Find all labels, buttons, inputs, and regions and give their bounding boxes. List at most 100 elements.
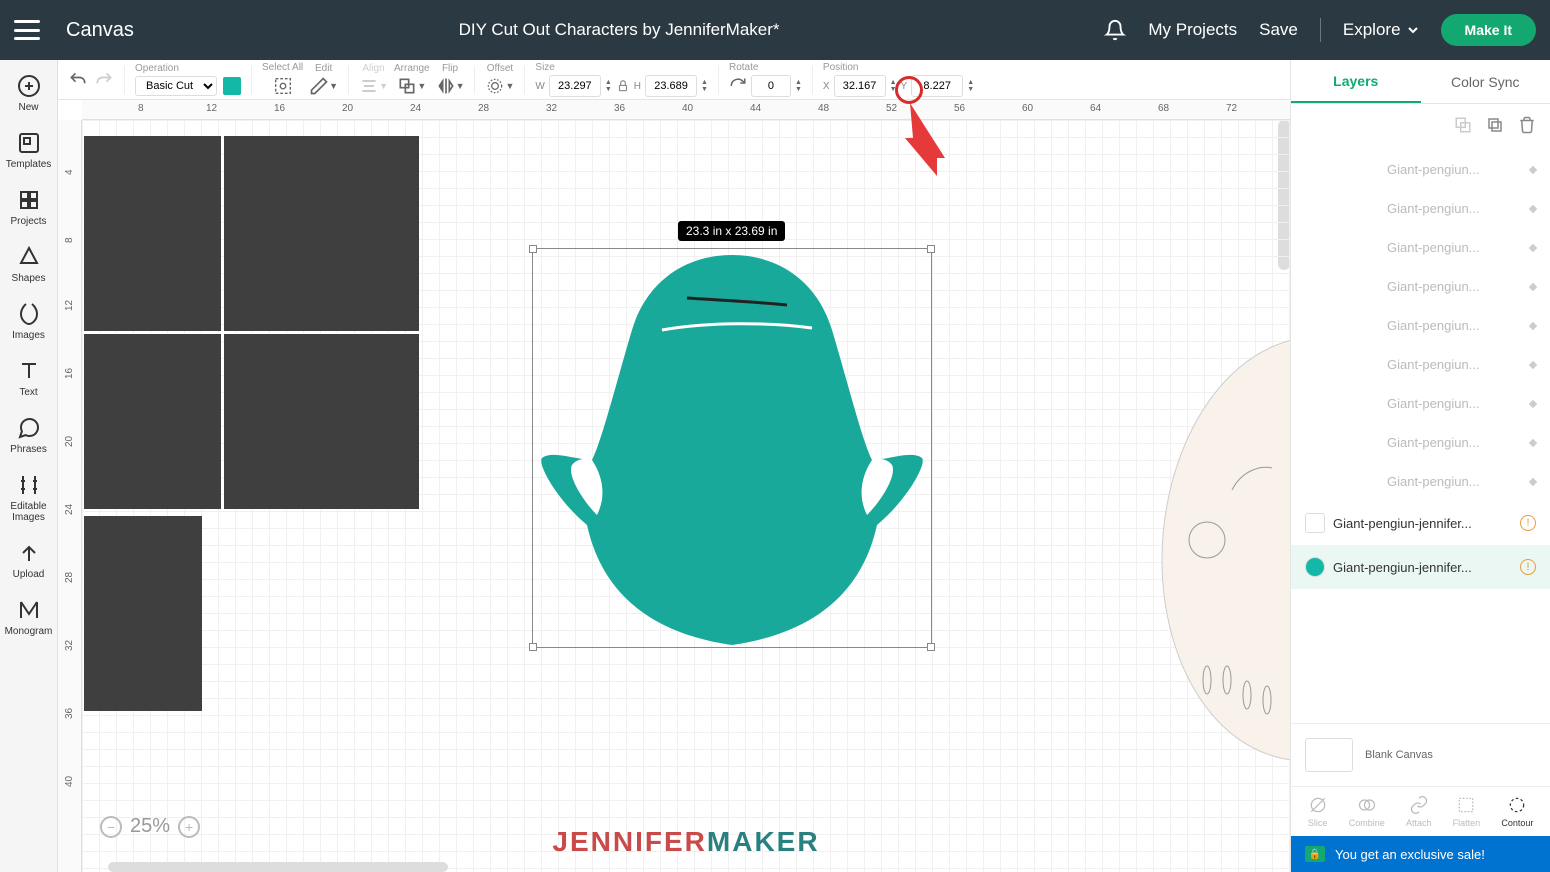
phrases-button[interactable]: Phrases xyxy=(0,410,57,461)
align-button[interactable] xyxy=(359,76,379,96)
upload-button[interactable]: Upload xyxy=(0,535,57,586)
save-button[interactable]: Save xyxy=(1259,20,1298,40)
offset-button[interactable] xyxy=(485,76,505,96)
layer-thumb xyxy=(1305,557,1325,577)
explore-button[interactable]: Explore xyxy=(1343,20,1419,40)
height-input[interactable] xyxy=(645,75,697,97)
rotate-label: Rotate xyxy=(729,62,802,73)
right-panel: Layers Color Sync Giant-pengiun...Giant-… xyxy=(1290,60,1550,872)
tool-slice: Slice xyxy=(1308,795,1328,828)
layer-row[interactable]: Giant-pengiun... xyxy=(1291,462,1550,501)
layer-row[interactable]: Giant-pengiun... xyxy=(1291,189,1550,228)
layer-row[interactable]: Giant-pengiun... xyxy=(1291,306,1550,345)
canvas-area[interactable]: 23.3 in x 23.69 in − 25% + xyxy=(82,120,1290,872)
resize-handle-tr[interactable] xyxy=(927,245,935,253)
layer-visibility-dot[interactable] xyxy=(1529,360,1537,368)
undo-button[interactable] xyxy=(68,70,88,90)
redo-button[interactable] xyxy=(94,70,114,90)
menu-button[interactable] xyxy=(14,20,40,40)
rotate-input[interactable] xyxy=(751,75,791,97)
y-stepper[interactable]: ▲▼ xyxy=(967,79,974,93)
text-icon xyxy=(17,359,41,383)
resize-handle-br[interactable] xyxy=(927,643,935,651)
make-it-button[interactable]: Make It xyxy=(1441,14,1536,46)
layer-row[interactable]: Giant-pengiun-jennifer...! xyxy=(1291,545,1550,589)
monogram-icon xyxy=(17,598,41,622)
zoom-in-button[interactable]: + xyxy=(178,816,200,838)
penguin-face-shape[interactable] xyxy=(1152,340,1290,770)
tool-contour[interactable]: Contour xyxy=(1501,795,1533,828)
mat-shape[interactable] xyxy=(84,136,221,331)
new-button[interactable]: New xyxy=(0,68,57,119)
layer-row[interactable]: Giant-pengiun... xyxy=(1291,345,1550,384)
bell-icon[interactable] xyxy=(1104,19,1126,41)
images-button[interactable]: Images xyxy=(0,296,57,347)
vertical-ruler: 481216202428323640 xyxy=(58,120,82,872)
monogram-button[interactable]: Monogram xyxy=(0,592,57,643)
layer-visibility-dot[interactable] xyxy=(1529,165,1537,173)
shapes-button[interactable]: Shapes xyxy=(0,239,57,290)
x-input[interactable] xyxy=(834,75,886,97)
layer-visibility-dot[interactable] xyxy=(1529,282,1537,290)
mat-shape[interactable] xyxy=(224,334,419,509)
operation-label: Operation xyxy=(135,63,241,74)
annotation-circle xyxy=(895,76,923,104)
projects-button[interactable]: Projects xyxy=(0,182,57,233)
project-title[interactable]: DIY Cut Out Characters by JenniferMaker* xyxy=(134,20,1105,40)
sale-banner[interactable]: 🔒 You get an exclusive sale! xyxy=(1291,836,1550,872)
horizontal-scrollbar[interactable] xyxy=(108,862,448,872)
mat-shape[interactable] xyxy=(84,516,202,711)
x-label: X xyxy=(823,81,830,92)
layer-name: Giant-pengiun... xyxy=(1387,318,1522,333)
app-title: Canvas xyxy=(66,19,134,42)
size-label: Size xyxy=(535,62,708,73)
select-all-button[interactable] xyxy=(272,75,294,97)
height-stepper[interactable]: ▲▼ xyxy=(701,79,708,93)
penguin-body-shape[interactable] xyxy=(537,250,927,650)
delete-icon[interactable] xyxy=(1518,116,1536,134)
templates-icon xyxy=(17,131,41,155)
tab-layers[interactable]: Layers xyxy=(1291,60,1421,103)
width-input[interactable] xyxy=(549,75,601,97)
layer-row[interactable]: Giant-pengiun... xyxy=(1291,228,1550,267)
my-projects-link[interactable]: My Projects xyxy=(1148,20,1237,40)
edit-label: Edit xyxy=(315,63,332,74)
resize-handle-tl[interactable] xyxy=(529,245,537,253)
layer-name: Giant-pengiun... xyxy=(1387,201,1522,216)
layers-list: Giant-pengiun...Giant-pengiun...Giant-pe… xyxy=(1291,146,1550,723)
zoom-out-button[interactable]: − xyxy=(100,816,122,838)
layer-warn-icon: ! xyxy=(1520,515,1536,531)
blank-canvas-row[interactable]: Blank Canvas xyxy=(1291,723,1550,786)
layer-visibility-dot[interactable] xyxy=(1529,477,1537,485)
layer-row[interactable]: Giant-pengiun-jennifer...! xyxy=(1291,501,1550,545)
layer-visibility-dot[interactable] xyxy=(1529,321,1537,329)
width-stepper[interactable]: ▲▼ xyxy=(605,79,612,93)
flip-button[interactable] xyxy=(436,76,456,96)
duplicate-icon[interactable] xyxy=(1486,116,1504,134)
templates-button[interactable]: Templates xyxy=(0,125,57,176)
arrange-button[interactable] xyxy=(397,76,417,96)
editable-images-button[interactable]: Editable Images xyxy=(0,467,57,529)
sale-lock-icon: 🔒 xyxy=(1305,846,1325,862)
tab-color-sync[interactable]: Color Sync xyxy=(1421,60,1550,103)
text-button[interactable]: Text xyxy=(0,353,57,404)
layer-row[interactable]: Giant-pengiun... xyxy=(1291,150,1550,189)
rotate-stepper[interactable]: ▲▼ xyxy=(795,79,802,93)
rotate-icon[interactable] xyxy=(729,77,747,95)
layer-row[interactable]: Giant-pengiun... xyxy=(1291,267,1550,306)
layer-visibility-dot[interactable] xyxy=(1529,438,1537,446)
layer-visibility-dot[interactable] xyxy=(1529,204,1537,212)
edit-button[interactable] xyxy=(309,76,329,96)
resize-handle-bl[interactable] xyxy=(529,643,537,651)
lock-icon[interactable] xyxy=(616,79,630,93)
layer-visibility-dot[interactable] xyxy=(1529,399,1537,407)
layer-row[interactable]: Giant-pengiun... xyxy=(1291,423,1550,462)
group-icon[interactable] xyxy=(1454,116,1472,134)
mat-shape[interactable] xyxy=(224,136,419,331)
color-swatch[interactable] xyxy=(223,77,241,95)
layer-row[interactable]: Giant-pengiun... xyxy=(1291,384,1550,423)
layer-visibility-dot[interactable] xyxy=(1529,243,1537,251)
operation-select[interactable]: Basic Cut xyxy=(135,76,217,96)
chevron-down-icon xyxy=(1407,24,1419,36)
mat-shape[interactable] xyxy=(84,334,221,509)
